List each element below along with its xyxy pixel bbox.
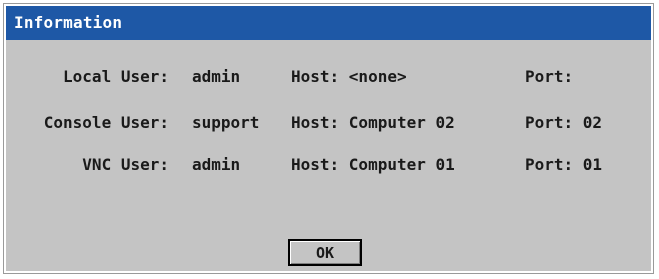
console-user-label: Console User: — [43, 113, 169, 132]
ok-button[interactable]: OK — [288, 239, 362, 266]
vnc-user-host: Host: Computer 01 — [291, 155, 455, 174]
local-user-label: Local User: — [63, 67, 169, 86]
console-user-port: Port: 02 — [525, 113, 603, 132]
vnc-user-row: VNC User: admin Host: Computer 01 Port: … — [6, 154, 651, 176]
console-user-row: Console User: support Host: Computer 02 … — [6, 112, 651, 134]
vnc-user-value: admin — [192, 155, 241, 174]
local-user-value: admin — [192, 67, 241, 86]
local-user-port: Port: — [525, 67, 574, 86]
vnc-user-label: VNC User: — [82, 155, 169, 174]
local-user-row: Local User: admin Host: <none> Port: — [6, 66, 651, 88]
dialog-title: Information — [6, 6, 651, 40]
information-dialog: Information Local User: admin Host: <non… — [3, 3, 654, 274]
console-user-host: Host: Computer 02 — [291, 113, 455, 132]
console-user-value: support — [192, 113, 260, 132]
vnc-user-port: Port: 01 — [525, 155, 603, 174]
local-user-host: Host: <none> — [291, 67, 407, 86]
